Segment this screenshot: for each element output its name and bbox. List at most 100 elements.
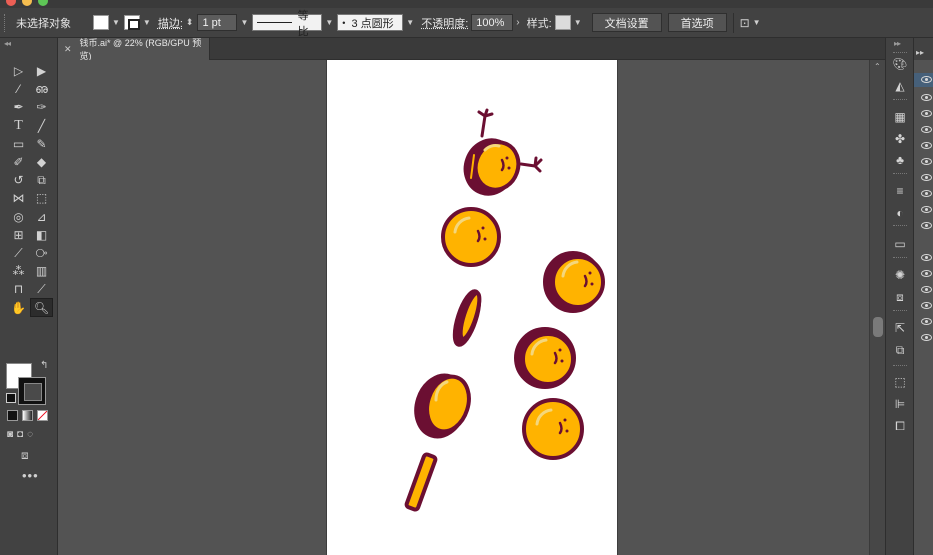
close-tab-icon[interactable]: ✕ (64, 44, 72, 55)
visibility-eye-icon[interactable] (921, 254, 932, 261)
default-fill-stroke-icon[interactable] (6, 393, 16, 403)
scroll-thumb[interactable] (873, 317, 883, 337)
coin[interactable] (409, 369, 476, 443)
coin-edge[interactable] (404, 452, 438, 512)
coin-edge[interactable] (450, 289, 484, 348)
brushes-icon[interactable]: ✤ (886, 130, 914, 148)
stroke-stepper-icon[interactable]: ⬍ (186, 17, 194, 28)
perspective-grid-tool-icon[interactable]: ⊿ (30, 208, 53, 226)
variable-width-profile[interactable]: 等比 (252, 10, 323, 38)
free-transform-tool-icon[interactable]: ⬚ (30, 189, 53, 207)
opacity-field[interactable]: 100% (471, 14, 514, 31)
stroke-swatch[interactable] (123, 15, 140, 30)
width-tool-icon[interactable]: ⋈ (7, 189, 30, 207)
magic-wand-tool-icon[interactable]: ⁄ (7, 80, 30, 98)
symbols-icon[interactable]: ♣ (886, 151, 914, 169)
scale-tool-icon[interactable]: ⧉ (30, 171, 53, 189)
pathfinder-icon[interactable]: ⧉ (886, 341, 914, 359)
draw-inside-icon[interactable]: ◌ (27, 429, 33, 440)
minimize-window-button[interactable] (22, 0, 32, 6)
fill-dropdown-chevron-icon[interactable]: ▼ (112, 18, 120, 27)
layers-header[interactable]: ▸▸ (914, 38, 933, 60)
visibility-eye-icon[interactable] (921, 318, 932, 325)
visibility-eye-icon[interactable] (921, 206, 932, 213)
document-tab[interactable]: ✕ 钱币.ai* @ 22% (RGB/GPU 预览) (58, 38, 210, 61)
screen-mode-icon[interactable]: ⧈ (21, 448, 29, 463)
color-guide-icon[interactable]: ◭ (886, 77, 914, 95)
gradient-mode-icon[interactable] (22, 410, 33, 421)
rotate-tool-icon[interactable]: ↺ (7, 171, 30, 189)
eyedropper-tool-icon[interactable]: ⟋ (7, 244, 30, 262)
gradient-tool-icon[interactable]: ◧ (30, 226, 53, 244)
coin[interactable] (441, 207, 501, 267)
type-tool-icon[interactable]: T (7, 117, 30, 135)
visibility-eye-icon[interactable] (921, 174, 932, 181)
waving-coin[interactable] (458, 108, 543, 201)
stroke-label[interactable]: 描边: (158, 15, 183, 31)
visibility-eye-icon[interactable] (921, 76, 932, 83)
transparency-icon[interactable]: ◐ (886, 204, 914, 222)
pen-tool-icon[interactable]: ✒ (7, 98, 30, 116)
artboard-tool-icon[interactable]: ⊓ (7, 280, 30, 298)
coin[interactable] (522, 398, 584, 460)
color-panel-icon[interactable]: 🎨︎ (886, 55, 914, 73)
coin[interactable] (543, 251, 605, 313)
vertical-scrollbar[interactable]: ⌃ (869, 60, 885, 555)
arrange-chevron-icon[interactable]: ▼ (753, 18, 761, 27)
stroke-weight-field[interactable]: 1 pt (197, 14, 238, 31)
slice-tool-icon[interactable]: ⟋ (30, 280, 53, 298)
style-chevron-icon[interactable]: ▼ (574, 18, 582, 27)
shape-builder-tool-icon[interactable]: ◎ (7, 208, 30, 226)
mesh-tool-icon[interactable]: ⊞ (7, 226, 30, 244)
swap-fill-stroke-icon[interactable]: ↰ (40, 360, 48, 371)
edit-toolbar-icon[interactable]: ••• (22, 468, 39, 483)
profile-chevron-icon[interactable]: ▼ (325, 18, 333, 27)
eraser-tool-icon[interactable]: ◆ (30, 153, 53, 171)
visibility-eye-icon[interactable] (921, 286, 932, 293)
rectangle-tool-icon[interactable]: ▭ (7, 135, 30, 153)
transform-icon[interactable]: ⬚ (886, 373, 914, 391)
symbol-sprayer-tool-icon[interactable]: ⁂ (7, 262, 30, 280)
visibility-eye-icon[interactable] (921, 142, 932, 149)
artboard[interactable] (326, 60, 618, 555)
curvature-tool-icon[interactable]: ✑ (30, 98, 53, 116)
visibility-eye-icon[interactable] (921, 126, 932, 133)
swatches-icon[interactable]: ▦ (886, 108, 914, 126)
close-window-button[interactable] (6, 0, 16, 6)
brush-chevron-icon[interactable]: ▼ (406, 18, 414, 27)
appearance-icon[interactable]: ✺ (886, 266, 914, 284)
lasso-tool-icon[interactable]: ഌ (30, 80, 53, 98)
selection-tool-icon[interactable]: ▷ (7, 62, 30, 80)
visibility-eye-icon[interactable] (921, 302, 932, 309)
zoom-window-button[interactable] (38, 0, 48, 6)
stroke-color-box[interactable] (18, 377, 46, 405)
collapse-dock-icon[interactable]: ▸▸ (894, 39, 901, 48)
collapse-tools-icon[interactable]: ◂◂ (4, 39, 11, 48)
stroke-weight-chevron-icon[interactable]: ▼ (240, 18, 248, 27)
document-setup-button[interactable]: 文档设置 (591, 13, 662, 32)
visibility-eye-icon[interactable] (921, 110, 932, 117)
opacity-label[interactable]: 不透明度: (421, 15, 468, 31)
graphic-styles-icon[interactable]: ⧈ (886, 288, 914, 306)
line-segment-tool-icon[interactable]: ╱ (30, 117, 53, 135)
scroll-up-icon[interactable]: ⌃ (874, 62, 881, 71)
layer-row-selected[interactable] (914, 73, 933, 87)
control-bar-grip[interactable] (4, 13, 8, 32)
opacity-expand-icon[interactable]: › (516, 17, 519, 28)
visibility-eye-icon[interactable] (921, 190, 932, 197)
visibility-eye-icon[interactable] (921, 94, 932, 101)
zoom-tool-icon[interactable]: 🔍︎ (30, 298, 53, 317)
align-icon[interactable]: ⊫ (886, 395, 914, 413)
preferences-button[interactable]: 首选项 (667, 13, 727, 32)
arrange-documents-icon[interactable]: ⊡ (740, 16, 750, 30)
visibility-eye-icon[interactable] (921, 334, 932, 341)
color-mode-icon[interactable] (7, 410, 18, 421)
hand-tool-icon[interactable]: ✋ (7, 298, 30, 316)
draw-normal-icon[interactable]: ◙ (7, 429, 13, 440)
visibility-eye-icon[interactable] (921, 158, 932, 165)
visibility-eye-icon[interactable] (921, 222, 932, 229)
direct-selection-tool-icon[interactable]: ▶ (30, 62, 53, 80)
brush-definition[interactable]: • 3 点圆形 (337, 14, 404, 31)
graphic-style-swatch[interactable] (554, 15, 571, 30)
gradient-panel-icon[interactable]: ▭ (886, 235, 914, 253)
